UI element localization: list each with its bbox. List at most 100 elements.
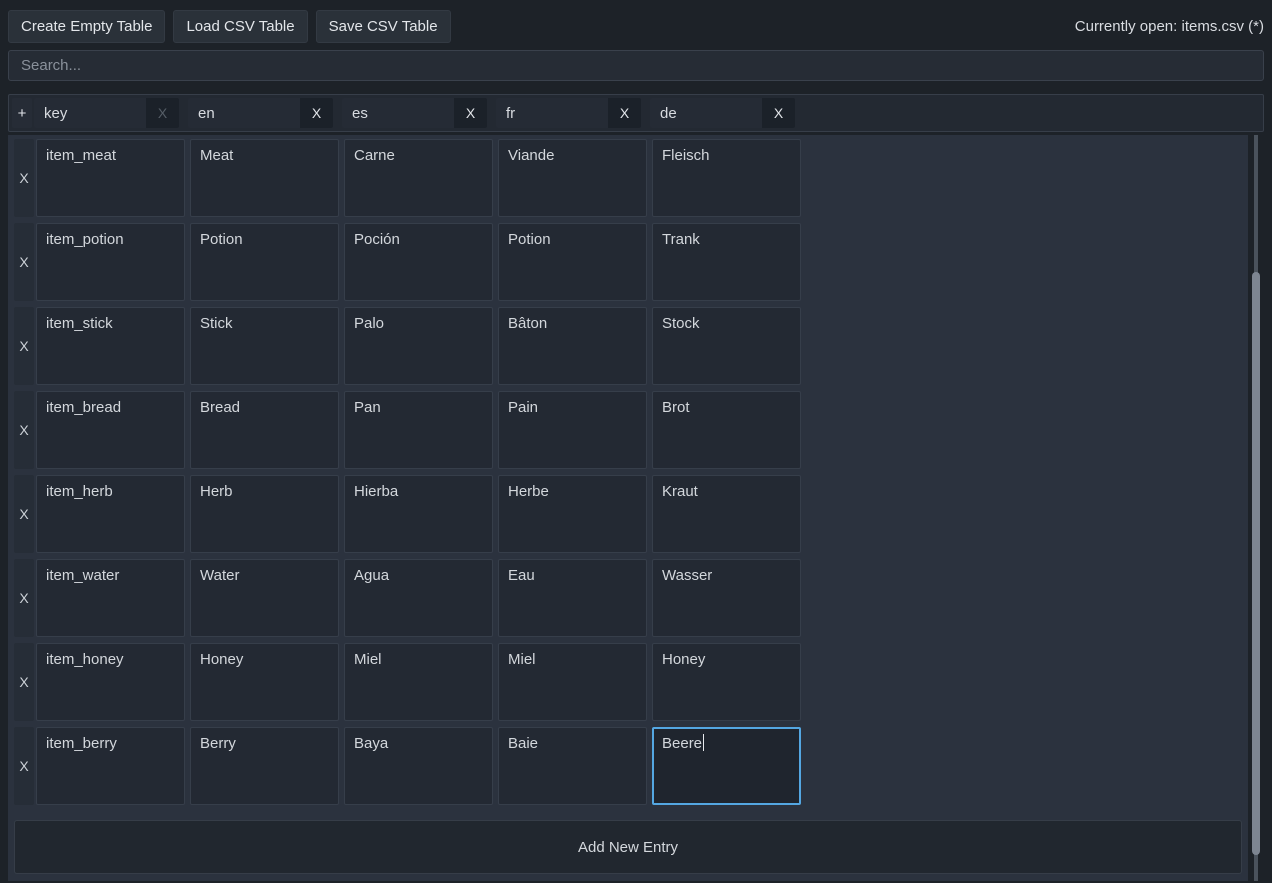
column-header-fr: X [496,98,641,128]
table-row: Xitem_stick Stick PaloBâton Stock [14,307,1248,385]
cell-text: Miel [508,651,536,668]
delete-row-button[interactable]: X [14,643,34,721]
table-row: Xitem_water Water Agua EauWasser [14,559,1248,637]
column-name-input-en[interactable] [188,98,300,128]
cell-key[interactable]: item_bread [36,391,185,469]
cell-text: Brot [662,399,690,416]
load-csv-table-button[interactable]: Load CSV Table [173,10,307,43]
cell-en[interactable]: Water [190,559,339,637]
cell-text: item_stick [46,315,113,332]
cell-key[interactable]: item_meat [36,139,185,217]
cell-text: item_herb [46,483,113,500]
add-new-entry-button[interactable]: Add New Entry [14,820,1242,874]
cell-en[interactable]: Stick [190,307,339,385]
cell-key[interactable]: item_honey [36,643,185,721]
cell-text: Herbe [508,483,549,500]
cell-text: Baya [354,735,388,752]
delete-row-button[interactable]: X [14,475,34,553]
column-name-input-es[interactable] [342,98,454,128]
cell-key[interactable]: item_berry [36,727,185,805]
cell-text: Agua [354,567,389,584]
cell-text: Miel [354,651,382,668]
cell-text: Carne [354,147,395,164]
scrollbar-thumb[interactable] [1252,272,1260,855]
table-rows: Xitem_meat Meat Carne Viande Fleisch Xitem_po… [8,135,1248,805]
text-caret [703,734,704,751]
create-empty-table-button[interactable]: Create Empty Table [8,10,165,43]
cell-fr[interactable]: Baie [498,727,647,805]
delete-row-button[interactable]: X [14,391,34,469]
cell-text: Trank [662,231,700,248]
column-name-input-fr[interactable] [496,98,608,128]
column-header-key: X [34,98,179,128]
table-content: Xitem_meat Meat Carne Viande Fleisch Xitem_po… [8,135,1248,881]
save-csv-table-button[interactable]: Save CSV Table [316,10,451,43]
delete-row-button[interactable]: X [14,223,34,301]
cell-en[interactable]: Potion [190,223,339,301]
cell-es[interactable]: Agua [344,559,493,637]
cell-es[interactable]: Palo [344,307,493,385]
cell-text: Beere [662,735,702,752]
cell-de[interactable]: Beere [652,727,801,805]
cell-en[interactable]: Honey [190,643,339,721]
cell-text: Pan [354,399,381,416]
add-column-button[interactable]: + [12,98,32,128]
cell-key[interactable]: item_herb [36,475,185,553]
cell-de[interactable]: Wasser [652,559,801,637]
cell-text: item_water [46,567,119,584]
cell-text: Honey [662,651,705,668]
delete-row-button[interactable]: X [14,139,34,217]
delete-row-button[interactable]: X [14,307,34,385]
cell-es[interactable]: Carne [344,139,493,217]
cell-text: Viande [508,147,554,164]
cell-key[interactable]: item_water [36,559,185,637]
cell-de[interactable]: Honey [652,643,801,721]
delete-row-button[interactable]: X [14,727,34,805]
cell-fr[interactable]: Potion [498,223,647,301]
cell-text: Honey [200,651,243,668]
cell-en[interactable]: Bread [190,391,339,469]
cell-de[interactable]: Brot [652,391,801,469]
cell-es[interactable]: Poción [344,223,493,301]
cell-text: item_honey [46,651,124,668]
cell-text: Potion [200,231,243,248]
cell-en[interactable]: Berry [190,727,339,805]
cell-key[interactable]: item_stick [36,307,185,385]
remove-column-button-fr[interactable]: X [608,98,641,128]
cell-text: Water [200,567,239,584]
delete-row-button[interactable]: X [14,559,34,637]
cell-text: item_berry [46,735,117,752]
cell-key[interactable]: item_potion [36,223,185,301]
column-name-input-key[interactable] [34,98,146,128]
cell-de[interactable]: Trank [652,223,801,301]
cell-de[interactable]: Kraut [652,475,801,553]
cell-text: Stock [662,315,700,332]
cell-text: Bread [200,399,240,416]
cell-es[interactable]: Baya [344,727,493,805]
remove-column-button-en[interactable]: X [300,98,333,128]
cell-fr[interactable]: Viande [498,139,647,217]
cell-text: Hierba [354,483,398,500]
cell-es[interactable]: Hierba [344,475,493,553]
cell-fr[interactable]: Pain [498,391,647,469]
vertical-scrollbar[interactable] [1252,135,1260,881]
cell-fr[interactable]: Bâton [498,307,647,385]
cell-es[interactable]: Pan [344,391,493,469]
cell-de[interactable]: Fleisch [652,139,801,217]
remove-column-button-de[interactable]: X [762,98,795,128]
cell-fr[interactable]: Herbe [498,475,647,553]
cell-text: Meat [200,147,233,164]
remove-column-button-key: X [146,98,179,128]
cell-text: Stick [200,315,233,332]
cell-es[interactable]: Miel [344,643,493,721]
search-input[interactable] [8,50,1264,81]
cell-fr[interactable]: Eau [498,559,647,637]
table-row: Xitem_bread Bread Pan Pain Brot [14,391,1248,469]
column-name-input-de[interactable] [650,98,762,128]
remove-column-button-es[interactable]: X [454,98,487,128]
cell-fr[interactable]: Miel [498,643,647,721]
cell-text: Poción [354,231,400,248]
cell-de[interactable]: Stock [652,307,801,385]
cell-en[interactable]: Meat [190,139,339,217]
cell-en[interactable]: Herb [190,475,339,553]
